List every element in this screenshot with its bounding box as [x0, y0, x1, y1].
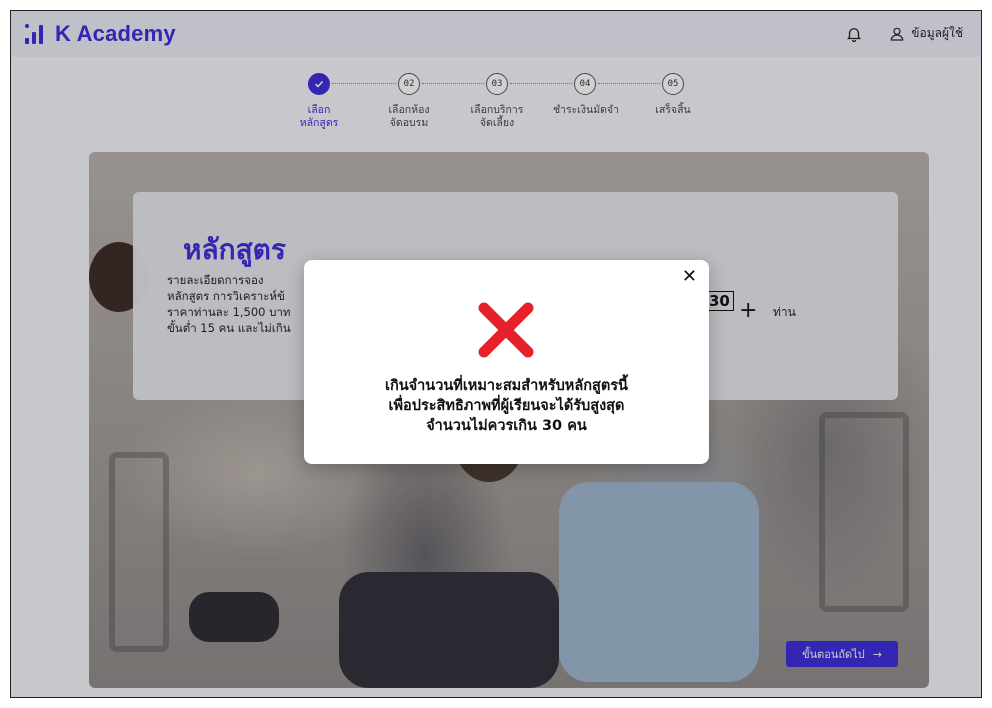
close-icon[interactable]: ✕	[682, 268, 697, 286]
error-message: เกินจำนวนที่เหมาะสมสำหรับหลักสูตรนี้ เพื…	[385, 378, 628, 434]
error-x-icon	[478, 302, 534, 358]
error-modal: ✕ เกินจำนวนที่เหมาะสมสำหรับหลักสูตรนี้ เ…	[304, 260, 709, 464]
app-frame: K Academy ข้อมูลผู้ใช้ 02 03 04 05 เลือก…	[10, 10, 982, 698]
